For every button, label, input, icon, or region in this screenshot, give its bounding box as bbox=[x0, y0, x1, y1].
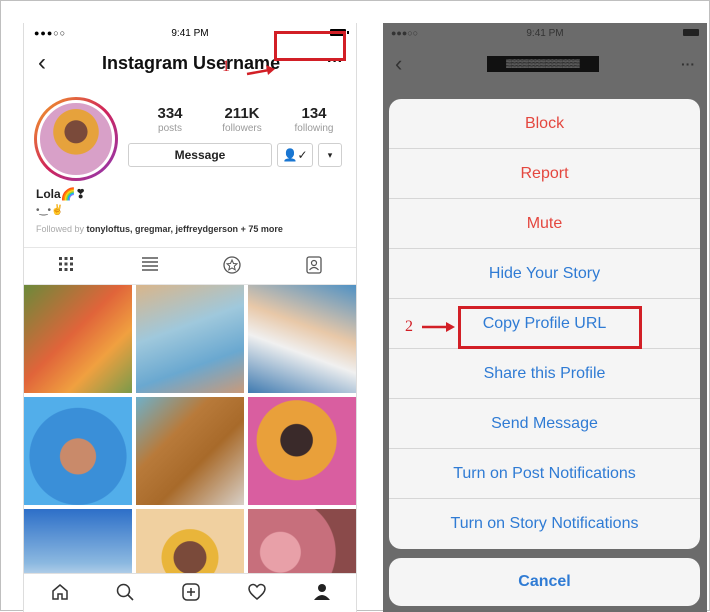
stat-followers[interactable]: 211K followers bbox=[206, 105, 278, 134]
following-button[interactable]: 👤✓ bbox=[277, 143, 313, 167]
profile-nav-bar-dimmed: ‹ ▒▒▒▒▒▒▒▒▒▒▒▒▒ ··· bbox=[383, 45, 707, 85]
annotation-box-copy-profile-url bbox=[458, 306, 642, 349]
profile-icon[interactable] bbox=[310, 582, 334, 606]
grid-photo[interactable] bbox=[248, 397, 356, 505]
status-time: 9:41 PM bbox=[526, 28, 564, 39]
stat-value: 134 bbox=[301, 105, 327, 122]
heart-icon[interactable] bbox=[245, 582, 269, 606]
followed-by-names: tonyloftus, gregmar, jeffreydgerson bbox=[86, 224, 239, 234]
followed-by-prefix: Followed by bbox=[36, 224, 87, 234]
avatar[interactable] bbox=[34, 97, 118, 181]
avatar-photo bbox=[37, 100, 115, 178]
bio-name: Lola🌈❣ bbox=[36, 187, 86, 201]
block-action[interactable]: Block bbox=[389, 99, 700, 149]
share-this-profile-action[interactable]: Share this Profile bbox=[389, 349, 700, 399]
cancel-button[interactable]: Cancel bbox=[389, 558, 700, 606]
stat-value: 211K bbox=[224, 105, 260, 122]
turn-on-post-notifications-action[interactable]: Turn on Post Notifications bbox=[389, 449, 700, 499]
followed-by-text[interactable]: Followed by tonyloftus, gregmar, jeffrey… bbox=[36, 224, 283, 234]
more-options-button: ··· bbox=[681, 56, 695, 72]
stat-posts[interactable]: 334 posts bbox=[134, 105, 206, 134]
grid-photo[interactable] bbox=[24, 285, 132, 393]
back-button: ‹ bbox=[395, 51, 403, 76]
send-message-action[interactable]: Send Message bbox=[389, 399, 700, 449]
profile-screen: ●●●○○ 9:41 PM ‹ Instagram Username ··· 3… bbox=[23, 23, 357, 612]
grid-photo[interactable] bbox=[136, 397, 244, 505]
add-icon[interactable] bbox=[179, 582, 203, 606]
battery-icon bbox=[683, 29, 699, 36]
screenshot-frame: ●●●○○ 9:41 PM ‹ Instagram Username ··· 3… bbox=[0, 0, 710, 612]
star-icon[interactable] bbox=[222, 256, 242, 276]
list-icon[interactable] bbox=[140, 256, 160, 276]
home-icon[interactable] bbox=[48, 582, 72, 606]
grid-photo[interactable] bbox=[136, 285, 244, 393]
stat-label: posts bbox=[158, 123, 182, 134]
annotation-arrow-1 bbox=[246, 65, 275, 76]
status-bar: ●●●○○ 9:41 PM bbox=[383, 23, 707, 43]
hide-your-story-action[interactable]: Hide Your Story bbox=[389, 249, 700, 299]
redacted-username-title: ▒▒▒▒▒▒▒▒▒▒▒▒▒ bbox=[487, 56, 599, 72]
bottom-tab-bar bbox=[24, 573, 356, 612]
stat-following[interactable]: 134 following bbox=[278, 105, 350, 134]
annotation-step-1: 1 bbox=[222, 58, 230, 75]
annotation-box-more-button bbox=[274, 31, 346, 61]
bio-text: •‿•✌ bbox=[36, 205, 64, 216]
report-action[interactable]: Report bbox=[389, 149, 700, 199]
grid-icon[interactable] bbox=[56, 256, 76, 276]
message-button[interactable]: Message bbox=[128, 143, 272, 167]
annotation-arrow-2 bbox=[422, 322, 455, 332]
suggestions-dropdown-button[interactable]: ▾ bbox=[318, 143, 342, 167]
stat-value: 334 bbox=[157, 105, 183, 122]
back-button[interactable]: ‹ bbox=[38, 49, 46, 77]
followed-by-more: + 75 more bbox=[238, 224, 283, 234]
turn-on-story-notifications-action[interactable]: Turn on Story Notifications bbox=[389, 499, 700, 549]
stat-label: followers bbox=[222, 123, 262, 134]
tagged-icon[interactable] bbox=[304, 256, 324, 276]
annotation-step-2: 2 bbox=[405, 318, 413, 335]
search-icon[interactable] bbox=[113, 582, 137, 606]
grid-photo[interactable] bbox=[24, 397, 132, 505]
grid-photo[interactable] bbox=[248, 285, 356, 393]
mute-action[interactable]: Mute bbox=[389, 199, 700, 249]
stat-label: following bbox=[294, 123, 334, 134]
profile-tabs bbox=[24, 247, 356, 285]
